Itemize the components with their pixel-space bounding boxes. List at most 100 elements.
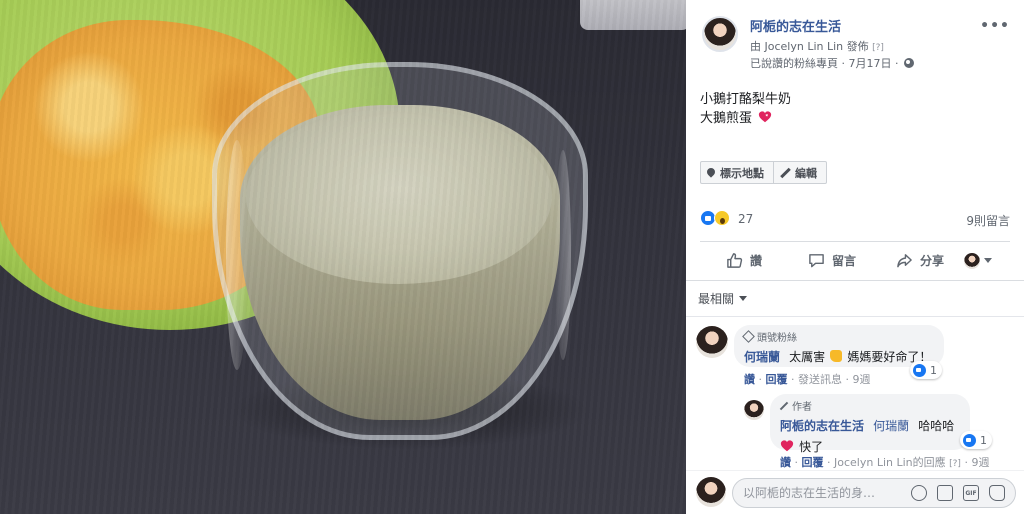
like-label: 讚 [749,254,762,268]
comment-icon [809,254,824,268]
post-meta-text[interactable]: 已說讚的粉絲專頁 · 7月17日 · [750,57,898,70]
diamond-icon [742,330,755,343]
comment-input-box[interactable]: GIF [732,478,1016,508]
divider [686,280,1024,281]
glass-highlight [226,140,248,370]
wow-reaction-icon[interactable] [714,210,730,226]
comment-like-link[interactable]: 讚 [744,373,755,386]
comment-body: 何瑞蘭 太厲害 媽媽要好命了！ [744,346,934,365]
post-meta: 已說讚的粉絲專頁 · 7月17日 · [750,55,914,71]
comment-body-line-2: 快了 [780,436,960,455]
comment-reply: 作者 阿栀的志在生活 何瑞蘭 哈哈哈 快了 1 讚 · 回覆 · Jocelyn… [744,394,1014,472]
commenter-avatar[interactable] [696,326,728,358]
location-pin-icon [707,168,715,178]
camera-icon[interactable] [937,485,953,501]
comment-text: 哈哈哈 [918,419,955,433]
comment-reply-link[interactable]: 回覆 [766,373,788,386]
edit-button[interactable]: 編輯 [774,161,827,184]
like-button[interactable]: 讚 [700,252,788,269]
edit-label: 編輯 [795,166,817,180]
send-message-link[interactable]: 發送訊息 [798,373,842,386]
comment-composer: GIF [686,470,1024,514]
puree-surface [246,108,552,284]
napkin [580,0,686,30]
divider [686,316,1024,317]
badge-label: 作者 [792,402,812,413]
sort-label: 最相關 [698,292,735,306]
post-text-line: 小鵝打酪梨牛奶 [700,92,792,107]
pencil-icon [780,402,788,410]
post-side-panel: 阿栀的志在生活 由 Jocelyn Lin Lin 發佈 [?] 已說讚的粉絲專… [686,0,1024,514]
commenter-avatar[interactable] [744,400,764,420]
reaction-count[interactable]: 27 [738,212,753,226]
comment-button[interactable]: 留言 [788,252,876,269]
comment-label: 留言 [831,254,856,268]
pencil-icon [780,168,790,178]
comment-body: 阿栀的志在生活 何瑞蘭 哈哈哈 [780,415,960,434]
tag-location-label: 標示地點 [720,166,764,180]
comment-input[interactable] [743,479,903,507]
thumbs-up-emoji-icon [830,350,843,362]
comment-author[interactable]: 何瑞蘭 [744,350,780,364]
comment-author[interactable]: 阿栀的志在生活 [780,419,864,433]
post-tag-buttons: 標示地點 編輯 [700,161,827,184]
post-as-selector[interactable] [964,252,1010,269]
glass-cup [212,62,588,440]
share-icon [897,254,912,268]
tag-location-button[interactable]: 標示地點 [700,161,774,184]
heart-icon [780,438,794,452]
cup-shadow [230,370,590,450]
emoji-icon[interactable] [911,485,927,501]
glass-highlight [555,150,571,360]
sticker-icon[interactable] [989,485,1005,501]
comment-count-link[interactable]: 9則留言 [966,212,1010,229]
comment-like-link[interactable]: 讚 [780,456,791,469]
author-badge: 作者 [780,398,960,413]
comment-reaction-badge[interactable]: 1 [960,431,992,449]
composer-icons: GIF [911,485,1005,501]
post-header: 阿栀的志在生活 由 Jocelyn Lin Lin 發佈 [?] 已說讚的粉絲專… [700,14,1014,70]
gif-icon[interactable]: GIF [963,485,979,501]
chevron-down-icon [739,296,748,301]
posted-by-text: 由 Jocelyn Lin Lin 發佈 [750,40,869,53]
avocado-milk [240,105,560,420]
reply-meta: Jocelyn Lin Lin的回應 [834,456,946,469]
comment-actions: 讚 · 回覆 · Jocelyn Lin Lin的回應 [?] · 9週 [780,456,990,469]
chevron-down-icon [984,258,992,263]
comment-actions: 讚 · 回覆 · 發送訊息 · 9週 [744,373,871,386]
globe-icon [903,58,914,68]
post-text: 大鵝煎蛋 [700,111,753,126]
comment-reaction-badge[interactable]: 1 [910,361,942,379]
reactions-bar: 27 9則留言 [700,208,1010,230]
comment-reaction-count: 1 [930,363,937,377]
comment-text-2: 快了 [799,440,824,454]
badge-label: 頭號粉絲 [757,333,797,344]
comment: 頭號粉絲 何瑞蘭 太厲害 媽媽要好命了！ 1 讚 · 回覆 · 發送訊息 · 9… [696,325,1014,389]
post-text-line-2: 大鵝煎蛋 [700,109,791,128]
share-button[interactable]: 分享 [876,252,964,269]
top-fan-badge: 頭號粉絲 [742,329,934,344]
thumbs-up-icon [727,253,743,268]
share-label: 分享 [919,254,944,268]
comment-sort-dropdown[interactable]: 最相關 [698,290,748,307]
comment-reply-link[interactable]: 回覆 [802,456,824,469]
like-reaction-icon [913,363,926,377]
help-link[interactable]: [?] [949,459,961,469]
more-horizontal-icon[interactable]: ••• [980,18,1010,34]
comment-time[interactable]: 9週 [971,456,989,469]
page-avatar[interactable] [702,16,738,52]
post-actions: 讚 留言 分享 [700,241,1010,279]
post-photo[interactable] [0,0,686,514]
comment-time[interactable]: 9週 [853,373,871,386]
heart-icon [758,110,772,124]
help-link[interactable]: [?] [872,43,884,53]
omelette [0,20,320,310]
green-plate [0,0,400,330]
comment-text: 太厲害 [789,350,826,364]
page-name-link[interactable]: 阿栀的志在生活 [750,16,841,35]
comment-bubble: 作者 阿栀的志在生活 何瑞蘭 哈哈哈 快了 [770,394,970,454]
comment-bubble: 頭號粉絲 何瑞蘭 太厲害 媽媽要好命了！ [734,325,944,367]
composer-avatar [696,477,726,507]
mention-link[interactable]: 何瑞蘭 [873,419,909,433]
posted-by: 由 Jocelyn Lin Lin 發佈 [?] [750,38,884,54]
